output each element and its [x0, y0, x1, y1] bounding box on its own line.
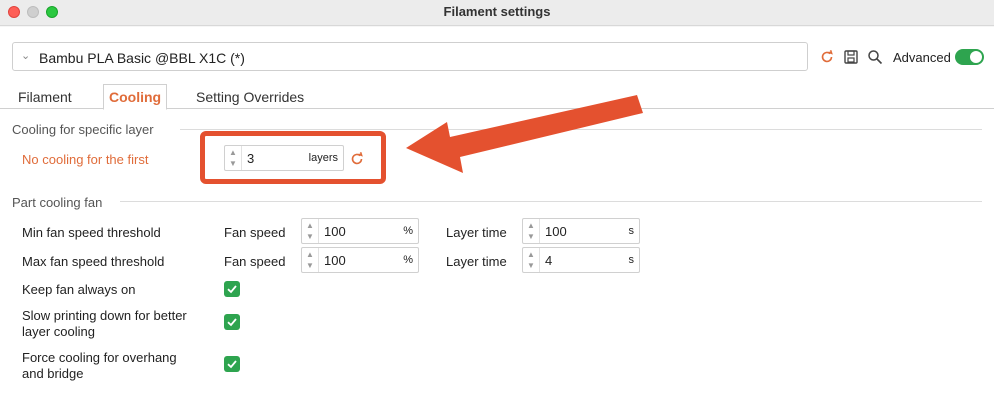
- title-bar: Filament settings: [0, 0, 994, 26]
- annotation-arrow: [406, 95, 643, 173]
- window-title: Filament settings: [443, 4, 551, 19]
- settings-panel: ⌄ Bambu PLA Basic @BBL X1C (*) Advanced …: [0, 27, 994, 393]
